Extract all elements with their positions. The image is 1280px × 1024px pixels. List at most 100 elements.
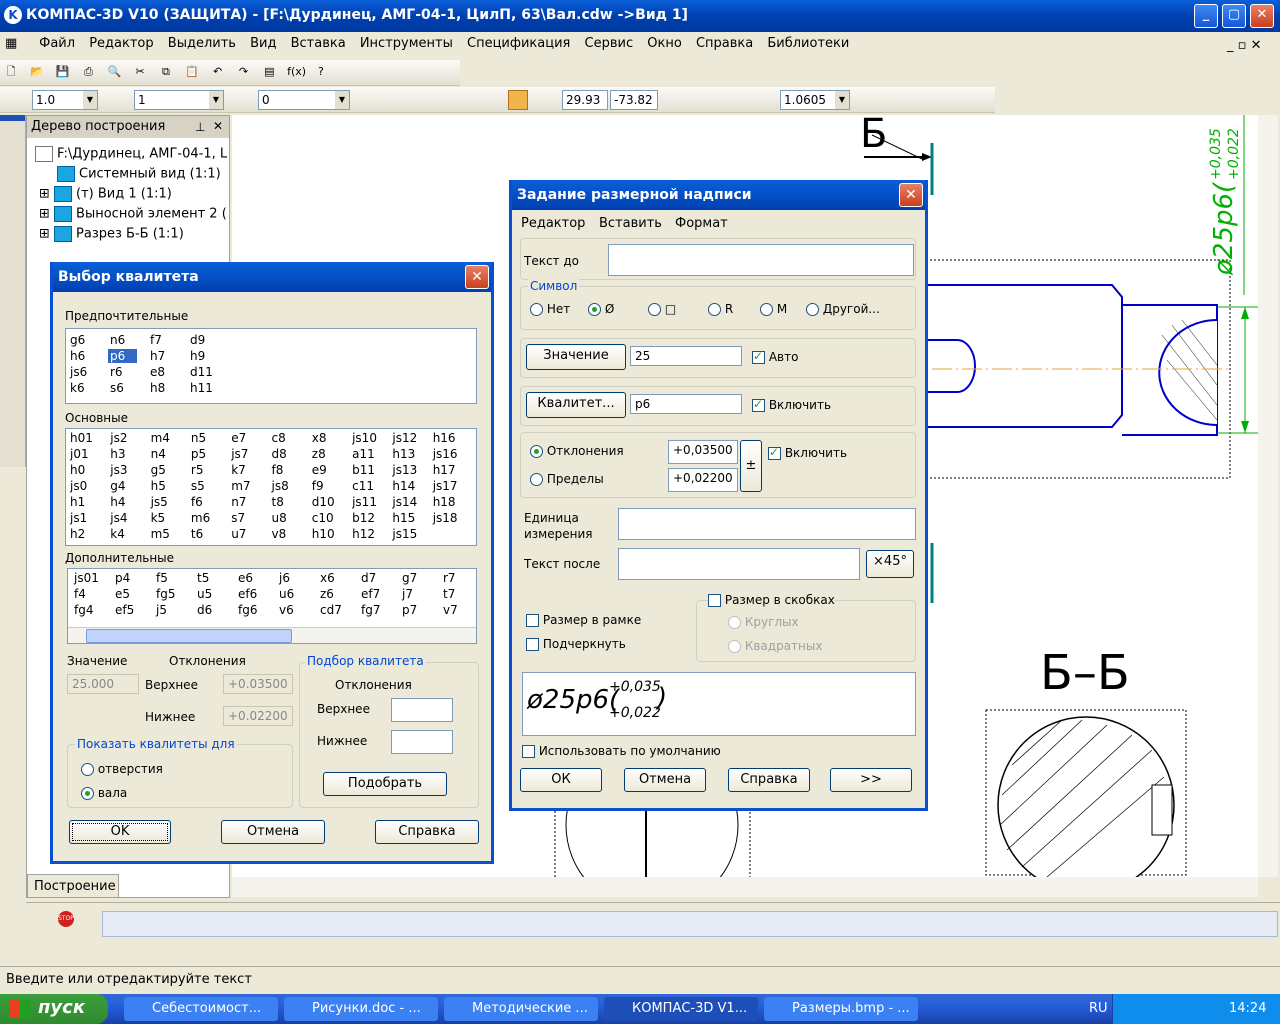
main-cell[interactable]: h16: [433, 431, 456, 445]
extra-cell[interactable]: e5: [115, 587, 130, 601]
main-cell[interactable]: v8: [272, 527, 287, 541]
main-cell[interactable]: js4: [110, 511, 127, 525]
preferred-cell[interactable]: h9: [190, 349, 205, 363]
extra-cell[interactable]: ef6: [238, 587, 257, 601]
symbol-radius[interactable]: R: [708, 302, 733, 316]
extra-cell[interactable]: fg6: [238, 603, 257, 617]
task-word[interactable]: Рисунки.doc - ...: [284, 997, 438, 1021]
main-cell[interactable]: js11: [352, 495, 377, 509]
text-before-field[interactable]: [608, 244, 914, 276]
menu-file[interactable]: Файл: [34, 32, 80, 55]
symbol-square[interactable]: □: [648, 302, 676, 316]
main-cell[interactable]: t6: [191, 527, 203, 541]
menu-select[interactable]: Выделить: [163, 32, 241, 55]
main-cell[interactable]: j01: [70, 447, 89, 461]
menu-help[interactable]: Справка: [691, 32, 758, 55]
preferred-cell[interactable]: h6: [70, 349, 85, 363]
main-cell[interactable]: c11: [352, 479, 374, 493]
preferred-cell[interactable]: n6: [110, 333, 125, 347]
extra-cell[interactable]: ef5: [115, 603, 134, 617]
main-cell[interactable]: js1: [70, 511, 87, 525]
pin-icon[interactable]: ⊥: [195, 120, 205, 134]
extra-cell[interactable]: cd7: [320, 603, 342, 617]
main-cell[interactable]: js2: [110, 431, 127, 445]
tolerance-dialog-close[interactable]: ✕: [465, 265, 489, 289]
main-cell[interactable]: m5: [151, 527, 170, 541]
minimize-button[interactable]: _: [1194, 4, 1218, 28]
value-field-dim[interactable]: 25: [630, 346, 742, 366]
vertical-scrollbar[interactable]: [1258, 115, 1278, 877]
plus-minus-button[interactable]: ±: [740, 440, 762, 492]
extra-cell[interactable]: f5: [156, 571, 168, 585]
frame-checkbox[interactable]: Размер в рамке: [526, 613, 641, 627]
preferred-cell[interactable]: p6: [108, 349, 138, 363]
task-kompas[interactable]: КОМПАС-3D V1...: [604, 997, 758, 1021]
main-cell[interactable]: m7: [231, 479, 250, 493]
tree-item-section[interactable]: ⊞ Разрез Б-Б (1:1): [39, 226, 184, 242]
symbol-none[interactable]: Нет: [530, 302, 570, 316]
menu-view[interactable]: Вид: [245, 32, 281, 55]
extra-cell[interactable]: z6: [320, 587, 334, 601]
menu-edit[interactable]: Редактор: [84, 32, 158, 55]
dim-menu-format[interactable]: Формат: [675, 216, 728, 231]
main-cell[interactable]: n5: [191, 431, 206, 445]
main-cell[interactable]: h01: [70, 431, 93, 445]
main-cell[interactable]: m4: [151, 431, 170, 445]
extra-cell[interactable]: p7: [402, 603, 417, 617]
menu-libraries[interactable]: Библиотеки: [762, 32, 854, 55]
main-cell[interactable]: js5: [151, 495, 168, 509]
main-cell[interactable]: h17: [433, 463, 456, 477]
horizontal-scrollbar[interactable]: [232, 877, 1258, 897]
main-cell[interactable]: b12: [352, 511, 375, 525]
main-cell[interactable]: js16: [433, 447, 458, 461]
scale-combo[interactable]: 1.0 ▼: [32, 90, 98, 110]
main-cell[interactable]: h13: [392, 447, 415, 461]
tree-close-icon[interactable]: ✕: [213, 119, 223, 133]
main-cell[interactable]: js17: [433, 479, 458, 493]
tolerance-help-button[interactable]: Справка: [375, 820, 479, 844]
main-cell[interactable]: h4: [110, 495, 125, 509]
default-checkbox[interactable]: Использовать по умолчанию: [522, 744, 721, 758]
dev-upper-field[interactable]: +0,03500: [668, 440, 738, 464]
brackets-checkbox[interactable]: Размер в скобках: [708, 593, 835, 607]
extra-cell[interactable]: u5: [197, 587, 212, 601]
menu-specification[interactable]: Спецификация: [462, 32, 575, 55]
radio-limits[interactable]: Пределы: [530, 472, 604, 486]
pick-button[interactable]: Подобрать: [323, 772, 447, 796]
extra-cell[interactable]: r7: [443, 571, 456, 585]
task-methods[interactable]: Методические ...: [444, 997, 598, 1021]
preferred-cell[interactable]: r6: [110, 365, 123, 379]
task-excel[interactable]: Себестоимост...: [124, 997, 278, 1021]
menu-insert[interactable]: Вставка: [286, 32, 351, 55]
extra-cell[interactable]: x6: [320, 571, 335, 585]
dimension-dialog-close[interactable]: ✕: [899, 183, 923, 207]
preferred-cell[interactable]: d11: [190, 365, 213, 379]
main-cell[interactable]: g5: [151, 463, 166, 477]
dim-menu-edit[interactable]: Редактор: [521, 216, 585, 231]
main-cell[interactable]: a11: [352, 447, 375, 461]
main-cell[interactable]: c10: [312, 511, 334, 525]
menu-tools[interactable]: Инструменты: [355, 32, 458, 55]
text-after-field[interactable]: [618, 548, 860, 580]
symbol-diameter[interactable]: Ø: [588, 302, 614, 316]
main-cell[interactable]: u7: [231, 527, 246, 541]
redo-icon[interactable]: ↷: [234, 63, 252, 81]
preferred-cell[interactable]: f7: [150, 333, 162, 347]
stop-icon[interactable]: STOP: [58, 911, 74, 927]
value-button[interactable]: Значение: [526, 344, 626, 370]
preferred-cell[interactable]: js6: [70, 365, 87, 379]
function-icon[interactable]: f(x): [286, 63, 306, 81]
start-button[interactable]: пуск: [0, 994, 108, 1024]
main-cell[interactable]: d10: [312, 495, 335, 509]
chamfer-button[interactable]: ×45°: [866, 550, 914, 578]
dimension-cancel-button[interactable]: Отмена: [624, 768, 706, 792]
snap-icon[interactable]: [508, 90, 528, 110]
main-cell[interactable]: c8: [272, 431, 286, 445]
main-cell[interactable]: h2: [70, 527, 85, 541]
layer-combo[interactable]: 1 ▼: [134, 90, 224, 110]
extra-cell[interactable]: p4: [115, 571, 130, 585]
tree-item-view1[interactable]: ⊞ (т) Вид 1 (1:1): [39, 186, 172, 202]
main-cell[interactable]: js14: [392, 495, 417, 509]
lang-indicator[interactable]: RU: [1089, 1001, 1108, 1016]
main-cell[interactable]: f6: [191, 495, 203, 509]
